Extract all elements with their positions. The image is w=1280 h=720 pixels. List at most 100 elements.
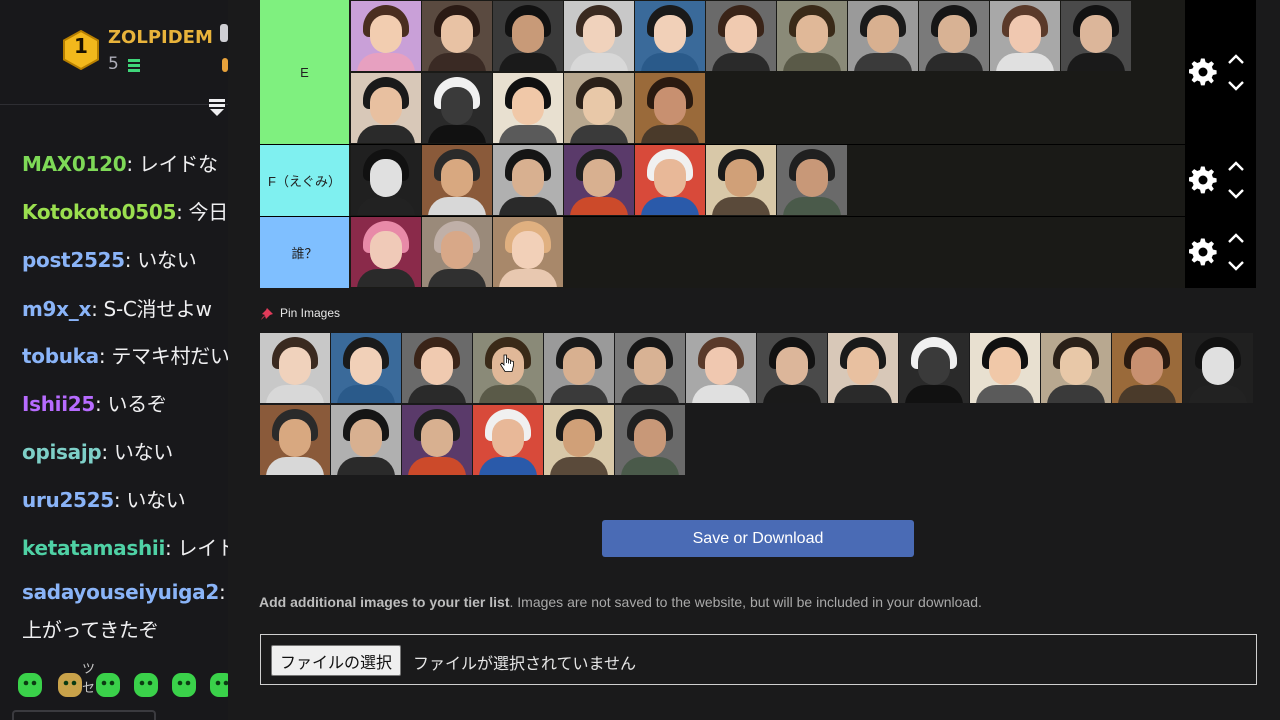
tier-image[interactable] [493, 1, 563, 71]
tier-image[interactable] [351, 1, 421, 71]
gear-icon[interactable] [1189, 166, 1217, 194]
tier-image[interactable] [260, 333, 330, 403]
emote-bar [16, 670, 228, 704]
chat-username[interactable]: MAX0120 [22, 152, 127, 176]
tier-image[interactable] [564, 145, 634, 215]
tier-image[interactable] [990, 1, 1060, 71]
chat-message-text: : いるぞ [95, 392, 167, 416]
tier-image[interactable] [970, 333, 1040, 403]
emote-icon[interactable] [170, 670, 198, 700]
top-user-name[interactable]: ZOLPIDEM [108, 27, 213, 48]
gear-icon[interactable] [1189, 58, 1217, 86]
chat-username[interactable]: post2525 [22, 248, 125, 272]
chevron-up-icon[interactable] [1227, 160, 1245, 172]
collapse-icon[interactable] [207, 96, 227, 118]
chat-message: uru2525: いない [22, 484, 186, 513]
tier-image[interactable] [1041, 333, 1111, 403]
tier-label-e[interactable]: E [260, 0, 349, 144]
tier-image[interactable] [757, 333, 827, 403]
tier-image[interactable] [493, 73, 563, 143]
gear-icon[interactable] [1189, 238, 1217, 266]
tier-image[interactable] [422, 217, 492, 287]
add-images-rest: . Images are not saved to the website, b… [509, 594, 982, 610]
tier-image[interactable] [615, 333, 685, 403]
tier-controls-f [1185, 145, 1256, 216]
tier-image[interactable] [422, 1, 492, 71]
chat-message: tobuka: テマキ村だい [22, 340, 228, 369]
tier-image[interactable] [260, 405, 330, 475]
tier-image[interactable] [402, 333, 472, 403]
chat-username[interactable]: m9x_x [22, 297, 91, 321]
emote-icon[interactable] [208, 670, 228, 700]
chevron-down-icon[interactable] [1227, 80, 1245, 92]
chat-message-text: : いない [113, 488, 186, 512]
tier-image[interactable] [473, 405, 543, 475]
chat-username[interactable]: uru2525 [22, 488, 114, 512]
tier-image[interactable] [331, 405, 401, 475]
chat-leaderboard: 1 ZOLPIDEM 5 [0, 0, 228, 116]
file-input-box[interactable]: ファイルの選択 ファイルが選択されていません [260, 634, 1257, 685]
tier-label-text: 誰？ [291, 246, 318, 261]
choose-file-button[interactable]: ファイルの選択 [271, 645, 402, 676]
chevron-down-icon[interactable] [1227, 188, 1245, 200]
tier-image[interactable] [351, 145, 421, 215]
emote-icon[interactable] [16, 670, 44, 700]
chat-username[interactable]: Ishii25 [22, 392, 95, 416]
tier-image[interactable] [635, 145, 705, 215]
tier-label-who[interactable]: 誰？ [260, 217, 349, 288]
file-status-text: ファイルが選択されていません [413, 654, 637, 673]
tier-image[interactable] [848, 1, 918, 71]
chat-username[interactable]: ketatamashii [22, 536, 165, 560]
chevron-up-icon[interactable] [1227, 53, 1245, 65]
tier-image[interactable] [544, 333, 614, 403]
tier-image[interactable] [1112, 333, 1182, 403]
tier-image[interactable] [777, 145, 847, 215]
tier-image[interactable] [1183, 333, 1253, 403]
tier-image[interactable] [351, 73, 421, 143]
tier-image[interactable] [351, 217, 421, 287]
chat-message-text: : テマキ村だい [98, 344, 228, 368]
chat-message-text: : いない [124, 248, 197, 272]
chat-message: opisajp: いない [22, 436, 173, 465]
tier-image[interactable] [828, 333, 898, 403]
hand-cursor-icon [500, 354, 514, 372]
tier-label-f[interactable]: F（えぐみ） [260, 145, 349, 216]
tier-image[interactable] [899, 333, 969, 403]
tier-label-text: E [300, 64, 309, 80]
add-images-description: Add additional images to your tier list.… [259, 594, 982, 610]
tier-image[interactable] [422, 73, 492, 143]
emote-icon[interactable] [56, 670, 84, 700]
tier-image[interactable] [544, 405, 614, 475]
save-or-download-button[interactable]: Save or Download [602, 520, 914, 557]
chat-message-text: : 今日 [176, 200, 228, 224]
tier-image[interactable] [686, 333, 756, 403]
emote-icon[interactable] [94, 670, 122, 700]
emote-icon[interactable] [132, 670, 160, 700]
tier-image[interactable] [564, 1, 634, 71]
tier-image[interactable] [919, 1, 989, 71]
tier-image[interactable] [1061, 1, 1131, 71]
chat-username[interactable]: tobuka [22, 344, 99, 368]
tier-image[interactable] [777, 1, 847, 71]
chevron-down-icon[interactable] [1227, 260, 1245, 272]
bits-icon [128, 59, 140, 72]
chat-message: sadayouseiyuiga2: [22, 580, 226, 604]
chevron-up-icon[interactable] [1227, 232, 1245, 244]
leaderboard-edge-badge [220, 24, 228, 42]
tier-image[interactable] [564, 73, 634, 143]
tier-image[interactable] [635, 73, 705, 143]
tier-image[interactable] [331, 333, 401, 403]
tier-image[interactable] [493, 145, 563, 215]
tier-image[interactable] [493, 217, 563, 287]
chat-username[interactable]: opisajp [22, 440, 102, 464]
tier-image[interactable] [706, 1, 776, 71]
chat-username[interactable]: Kotokoto0505 [22, 200, 176, 224]
chat-username[interactable]: sadayouseiyuiga2 [22, 580, 219, 604]
tier-image[interactable] [402, 405, 472, 475]
tier-image[interactable] [615, 405, 685, 475]
chat-message: Ishii25: いるぞ [22, 388, 167, 417]
tier-image[interactable] [706, 145, 776, 215]
chat-input[interactable] [12, 710, 156, 720]
tier-image[interactable] [422, 145, 492, 215]
tier-image[interactable] [635, 1, 705, 71]
